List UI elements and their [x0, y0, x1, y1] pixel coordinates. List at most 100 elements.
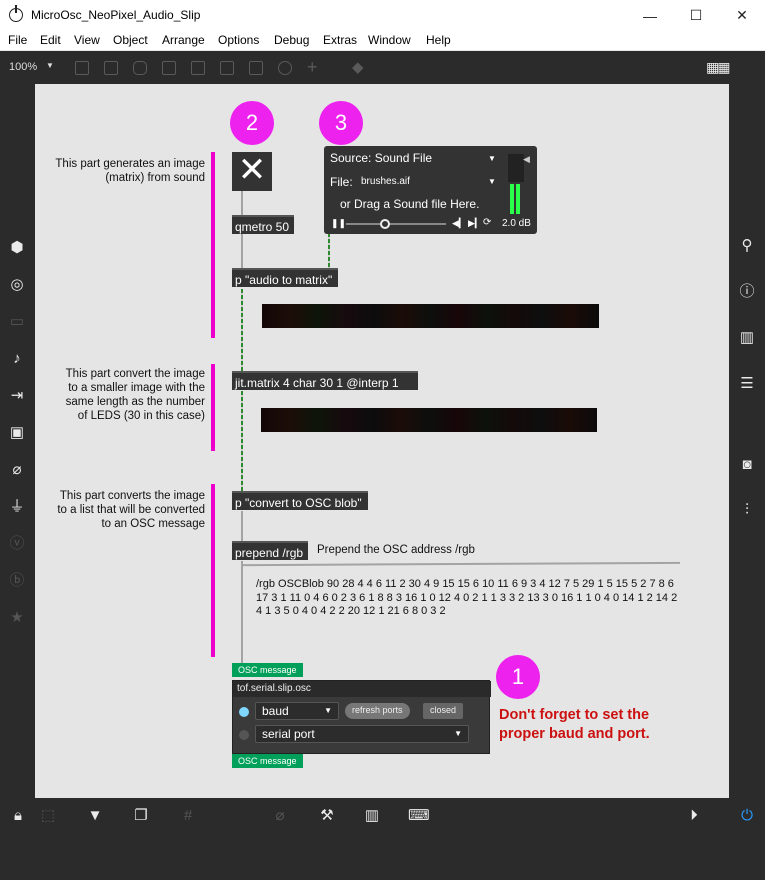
jit-matrix-object[interactable]: jit.matrix 4 char 30 1 @interp 1	[232, 371, 418, 390]
convert-osc-blob-object[interactable]: p "convert to OSC blob"	[232, 491, 368, 510]
menu-window[interactable]: Window	[368, 33, 411, 47]
panel-icon[interactable]	[75, 61, 89, 75]
music-note-icon[interactable]: ♪	[8, 350, 26, 368]
osc-message-inlet-label: OSC message	[232, 663, 303, 677]
chevron-down-icon[interactable]: ▼	[488, 154, 496, 163]
patch-cord[interactable]	[241, 561, 243, 663]
level-meter-right	[516, 184, 520, 214]
info-icon[interactable]: ⓘ	[738, 283, 756, 301]
grid-icon[interactable]: #	[178, 806, 198, 826]
minimize-button[interactable]: —	[627, 0, 673, 31]
cube-icon[interactable]: ⬢	[8, 239, 26, 257]
comment-bubble-icon[interactable]: ▼	[85, 806, 105, 826]
menu-view[interactable]: View	[74, 33, 100, 47]
window-title: MicroOsc_NeoPixel_Audio_Slip	[31, 8, 201, 22]
patch-cord[interactable]	[241, 191, 243, 215]
message-icon[interactable]	[104, 61, 118, 75]
paint-bucket-icon[interactable]: ◆	[352, 58, 364, 76]
loop-icon[interactable]: ⟳	[483, 217, 491, 228]
button-icon[interactable]	[162, 61, 176, 75]
section-marker-generate	[211, 152, 215, 338]
matrix-cord[interactable]	[241, 391, 243, 491]
comment-prepend: Prepend the OSC address /rgb	[317, 544, 475, 556]
grid-icon[interactable]: ▦▦	[706, 59, 731, 76]
audio-cord[interactable]	[328, 233, 330, 269]
qmetro-object[interactable]: qmetro 50	[232, 215, 294, 234]
scrubber-handle[interactable]	[380, 219, 390, 229]
level-meter-left	[510, 184, 514, 214]
prepend-object[interactable]: prepend /rgb	[232, 541, 308, 560]
file-name[interactable]: brushes.aif	[361, 176, 410, 187]
title-bar: MicroOsc_NeoPixel_Audio_Slip — ☐ ✕	[0, 0, 765, 31]
list-icon[interactable]: ☰	[738, 375, 756, 393]
dial-icon[interactable]	[278, 61, 292, 75]
image-icon[interactable]: ▣	[8, 424, 26, 442]
close-button[interactable]: ✕	[719, 0, 765, 31]
star-icon[interactable]: ★	[8, 609, 26, 627]
menu-debug[interactable]: Debug	[274, 33, 309, 47]
panel-icon[interactable]: ▭	[8, 313, 26, 331]
left-sidebar: ⬢ ◎ ▭ ♪ ⇥ ▣ ⌀ ⏚ ⓥ ⓑ ★	[0, 84, 35, 798]
target-icon[interactable]: ◎	[8, 276, 26, 294]
chevron-down-icon: ▼	[454, 729, 462, 738]
toggle-x-button[interactable]: ✕	[232, 152, 272, 191]
vizzie-icon[interactable]: ⓥ	[8, 535, 26, 553]
beap-icon[interactable]: ⓑ	[8, 572, 26, 590]
patch-cord[interactable]	[241, 234, 243, 268]
search-icon[interactable]: ⚲	[738, 237, 756, 255]
menu-edit[interactable]: Edit	[40, 33, 61, 47]
right-sidebar: ⚲ ⓘ ▥ ☰ ◙ ⫶	[729, 84, 765, 798]
menu-file[interactable]: File	[8, 33, 27, 47]
port-status-indicator	[239, 730, 249, 740]
comment-osc: This part converts the image to a list t…	[57, 490, 205, 530]
play-circle-icon[interactable]: ⏵	[684, 806, 704, 826]
slider-icon[interactable]	[249, 61, 263, 75]
baud-status-indicator	[239, 707, 249, 717]
zoom-dropdown-icon[interactable]: ▼	[46, 61, 54, 70]
menu-help[interactable]: Help	[426, 33, 451, 47]
source-select[interactable]: Source: Sound File	[330, 151, 432, 165]
gain-arrow-icon[interactable]: ◀	[523, 154, 530, 165]
serial-port-select[interactable]: serial port ▼	[255, 725, 469, 743]
power-icon[interactable]: ⏻	[737, 806, 757, 826]
wrench-icon[interactable]: ⚒	[317, 806, 337, 826]
audio-to-matrix-object[interactable]: p "audio to matrix"	[232, 268, 338, 287]
file-label: File:	[330, 175, 353, 189]
baud-port-warning: Don't forget to set the proper baud and …	[499, 707, 650, 742]
menu-options[interactable]: Options	[218, 33, 259, 47]
osc-message-outlet-label: OSC message	[232, 754, 303, 768]
chevron-down-icon[interactable]: ▼	[488, 177, 496, 186]
number-icon[interactable]	[220, 61, 234, 75]
plug-icon[interactable]: ⏚	[8, 498, 26, 516]
rewind-icon[interactable]: ◀▎	[452, 218, 466, 229]
piano-icon[interactable]: ▥	[362, 806, 382, 826]
paperclip-icon[interactable]: ⌀	[8, 461, 26, 479]
keyboard-icon[interactable]: ⌨	[408, 806, 430, 826]
menu-extras[interactable]: Extras	[323, 33, 357, 47]
comment-icon[interactable]	[133, 61, 147, 75]
sequence-icon[interactable]: ⇥	[8, 387, 26, 405]
windows-icon[interactable]: ❐	[131, 806, 151, 826]
mixer-icon[interactable]: ⫶	[738, 501, 756, 519]
sound-file-player[interactable]: Source: Sound File ▼ File: brushes.aif ▼…	[324, 146, 537, 234]
pause-icon[interactable]: ❚❚	[331, 218, 346, 229]
matrix-cord[interactable]	[241, 289, 243, 371]
refresh-ports-button[interactable]: refresh ports	[345, 703, 410, 719]
patch-cord[interactable]	[241, 511, 243, 541]
book-icon[interactable]: ▥	[738, 329, 756, 347]
toggle-icon[interactable]	[191, 61, 205, 75]
maximize-button[interactable]: ☐	[673, 0, 719, 31]
camera-icon[interactable]: ◙	[738, 456, 756, 474]
osc-blob-message[interactable]: /rgb OSCBlob 90 28 4 4 6 11 2 30 4 9 15 …	[256, 578, 686, 619]
baud-select[interactable]: baud ▼	[255, 702, 339, 720]
menu-object[interactable]: Object	[113, 33, 148, 47]
play-icon[interactable]: ▶▎	[468, 218, 482, 229]
clip-add-icon[interactable]: ⌀	[270, 806, 290, 826]
zoom-level[interactable]: 100%	[9, 61, 37, 73]
lock-icon[interactable]: 🔒︎	[8, 806, 28, 826]
menu-arrange[interactable]: Arrange	[162, 33, 205, 47]
playback-scrubber[interactable]	[346, 223, 446, 225]
add-object-icon[interactable]: +	[307, 57, 318, 78]
bottom-toolbar: 🔒︎ ⬚ ▼ ❐ # ⌀ ⚒ ▥ ⌨ ⏵ ⏻	[0, 798, 765, 834]
presentation-icon[interactable]: ⬚	[38, 806, 58, 826]
